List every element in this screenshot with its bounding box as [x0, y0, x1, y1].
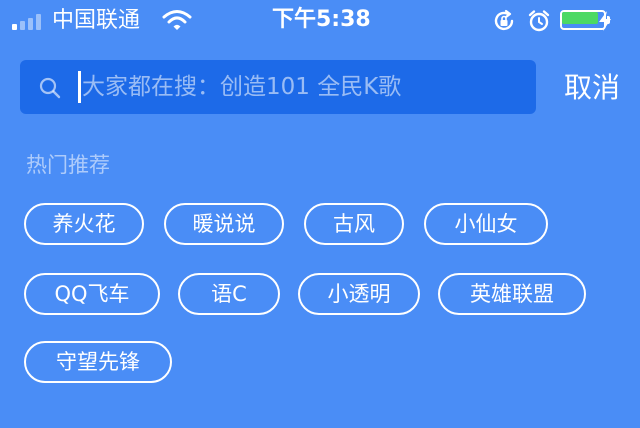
hot-tag[interactable]: 守望先锋 [24, 341, 172, 383]
hot-tag[interactable]: 英雄联盟 [438, 273, 586, 315]
hot-tag[interactable]: QQ飞车 [24, 273, 160, 315]
status-bar: 中国联通 下午5:38 [0, 0, 640, 40]
hot-tag[interactable]: 小透明 [298, 273, 420, 315]
search-input[interactable] [82, 68, 522, 106]
hot-section-title: 热门推荐 [26, 153, 110, 177]
hot-tag[interactable]: 养火花 [24, 203, 144, 245]
text-cursor [78, 71, 81, 103]
alarm-icon [528, 10, 550, 32]
cellular-signal-icon [12, 12, 48, 30]
status-time: 下午5:38 [272, 7, 371, 32]
charging-bolt-icon [599, 11, 611, 31]
cancel-button[interactable]: 取消 [556, 66, 628, 110]
hot-tag[interactable]: 小仙女 [424, 203, 548, 245]
rotation-lock-icon [494, 9, 514, 31]
search-icon [39, 77, 61, 99]
hot-tag[interactable]: 暖说说 [164, 203, 284, 245]
battery-level [562, 12, 598, 24]
wifi-icon [162, 10, 192, 30]
hot-tag[interactable]: 语C [178, 273, 280, 315]
carrier-name: 中国联通 [52, 8, 141, 33]
hot-tag[interactable]: 古风 [304, 203, 404, 245]
